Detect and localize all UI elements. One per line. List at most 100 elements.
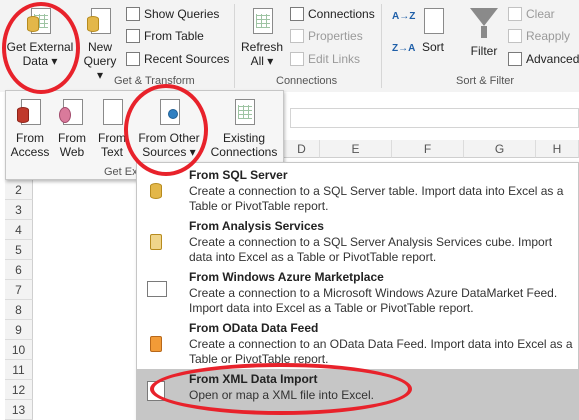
properties-button[interactable]: Properties — [290, 27, 363, 45]
filter-funnel-icon — [466, 8, 502, 38]
from-table-label: From Table — [144, 29, 204, 43]
from-web-label-2: Web — [59, 145, 85, 159]
row-header[interactable]: 5 — [5, 240, 33, 260]
row-header[interactable]: 8 — [5, 300, 33, 320]
from-web-button[interactable]: From Web — [54, 97, 90, 159]
menu-item-description: Create a connection to a SQL Server tabl… — [189, 184, 564, 213]
row-header[interactable]: 4 — [5, 220, 33, 240]
menu-item-title: From Analysis Services — [189, 219, 324, 233]
highlight-circle-xml-import — [150, 363, 412, 415]
from-access-label-1: From — [16, 131, 44, 145]
clear-label: Clear — [526, 7, 555, 21]
analysis-services-cube-icon — [143, 226, 169, 254]
row-header[interactable]: 6 — [5, 260, 33, 280]
from-table-icon — [126, 29, 140, 43]
show-queries-label: Show Queries — [144, 7, 220, 21]
connections-group-label: Connections — [276, 75, 338, 87]
recent-sources-label: Recent Sources — [144, 52, 230, 66]
existing-connections-label-2: Connections — [210, 145, 278, 159]
menu-item-title: From Windows Azure Marketplace — [189, 270, 384, 284]
menu-item-title: From SQL Server — [189, 168, 288, 182]
sort-icon — [418, 6, 448, 38]
row-header[interactable]: 13 — [5, 400, 33, 420]
existing-connections-button[interactable]: Existing Connections — [208, 97, 280, 159]
filter-button[interactable]: Filter — [466, 6, 502, 58]
sort-az-icon: A→Z — [392, 11, 416, 22]
sort-a-to-z-button[interactable]: A→Z — [392, 8, 415, 26]
from-access-button[interactable]: From Access — [10, 97, 50, 159]
data-ribbon: Get External Data ▾ New Query ▾ Show Que… — [0, 0, 579, 93]
menu-item-description: Create a connection to an OData Data Fee… — [189, 337, 573, 366]
column-header[interactable]: H — [536, 140, 579, 158]
row-header[interactable]: 10 — [5, 340, 33, 360]
menu-item-odata-feed[interactable]: From OData Data Feed Create a connection… — [137, 318, 578, 369]
sort-label: Sort — [421, 40, 444, 54]
reapply-label: Reapply — [526, 29, 571, 43]
column-header[interactable]: F — [392, 140, 464, 158]
row-header[interactable]: 2 — [5, 180, 33, 200]
advanced-filter-icon — [508, 52, 522, 66]
clear-filter-icon — [508, 7, 522, 21]
sort-filter-group-label: Sort & Filter — [456, 75, 515, 87]
access-icon — [15, 97, 45, 129]
advanced-label: Advanced — [526, 52, 579, 66]
connections-icon — [290, 7, 304, 21]
from-access-label-2: Access — [10, 145, 50, 159]
advanced-button[interactable]: Advanced — [508, 50, 579, 68]
filter-label: Filter — [470, 44, 498, 58]
highlight-circle-get-external-data — [2, 2, 80, 94]
row-header[interactable]: 11 — [5, 360, 33, 380]
row-header[interactable]: 3 — [5, 200, 33, 220]
show-queries-icon — [126, 7, 140, 21]
refresh-all-label-2: All ▾ — [250, 54, 274, 68]
highlight-circle-from-other-sources — [124, 84, 208, 176]
edit-links-icon — [290, 52, 304, 66]
sort-za-icon: Z→A — [392, 43, 416, 54]
formula-bar[interactable] — [290, 108, 579, 128]
new-query-button[interactable]: New Query ▾ — [80, 6, 120, 82]
refresh-all-button[interactable]: Refresh All ▾ — [238, 6, 286, 68]
reapply-icon — [508, 29, 522, 43]
recent-sources-button[interactable]: Recent Sources — [126, 50, 229, 68]
connections-button[interactable]: Connections — [290, 5, 375, 23]
menu-item-description: Create a connection to a SQL Server Anal… — [189, 235, 553, 264]
from-table-button[interactable]: From Table — [126, 27, 204, 45]
recent-sources-icon — [126, 52, 140, 66]
column-header[interactable]: D — [284, 140, 320, 158]
properties-label: Properties — [308, 29, 363, 43]
menu-item-sql-server[interactable]: From SQL Server Create a connection to a… — [137, 165, 578, 216]
new-query-icon — [85, 6, 115, 38]
sql-server-icon — [143, 175, 169, 203]
new-query-label-1: New — [87, 40, 112, 54]
menu-item-description: Create a connection to a Microsoft Windo… — [189, 286, 558, 315]
row-header[interactable]: 7 — [5, 280, 33, 300]
marketplace-cart-icon — [143, 277, 169, 305]
existing-connections-label-1: Existing — [222, 131, 266, 145]
web-globe-icon — [57, 97, 87, 129]
row-header[interactable]: 9 — [5, 320, 33, 340]
menu-item-title: From OData Data Feed — [189, 321, 319, 335]
group-separator — [234, 4, 235, 88]
clear-button[interactable]: Clear — [508, 5, 555, 23]
column-header[interactable]: G — [464, 140, 536, 158]
from-web-label-1: From — [58, 131, 86, 145]
show-queries-button[interactable]: Show Queries — [126, 5, 219, 23]
reapply-button[interactable]: Reapply — [508, 27, 570, 45]
edit-links-label: Edit Links — [308, 52, 361, 66]
odata-feed-icon — [143, 328, 169, 356]
sort-button[interactable]: Sort — [416, 6, 450, 54]
refresh-all-label-1: Refresh — [240, 40, 284, 54]
existing-connections-icon — [229, 97, 259, 129]
from-text-label-2: Text — [100, 145, 123, 159]
menu-item-analysis-services[interactable]: From Analysis Services Create a connecti… — [137, 216, 578, 267]
properties-icon — [290, 29, 304, 43]
connections-label: Connections — [308, 7, 375, 21]
menu-item-azure-marketplace[interactable]: From Windows Azure Marketplace Create a … — [137, 267, 578, 318]
group-separator — [381, 4, 382, 88]
text-file-icon — [97, 97, 127, 129]
edit-links-button[interactable]: Edit Links — [290, 50, 360, 68]
column-header[interactable]: E — [320, 140, 392, 158]
sort-z-to-a-button[interactable]: Z→A — [392, 40, 415, 58]
refresh-icon — [247, 6, 277, 38]
row-header[interactable]: 12 — [5, 380, 33, 400]
